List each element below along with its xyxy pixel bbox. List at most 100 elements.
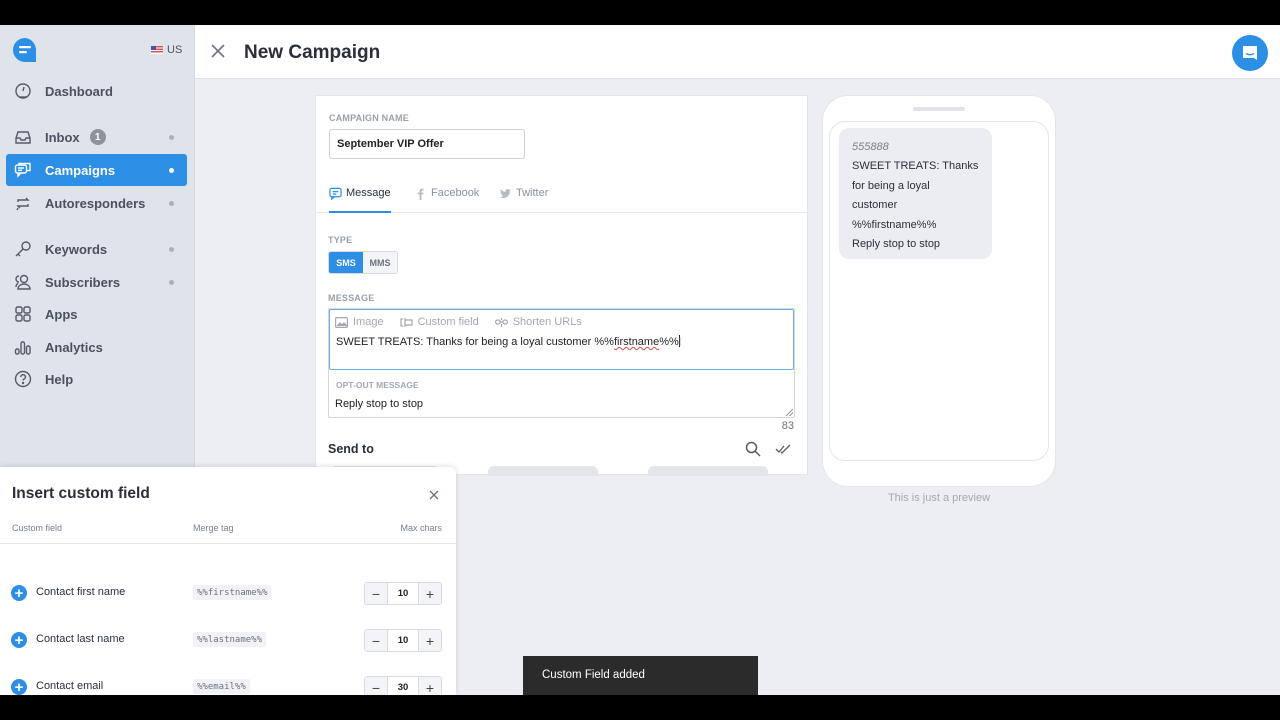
message-label: MESSAGE <box>328 293 375 303</box>
support-chat-button[interactable] <box>1232 35 1268 71</box>
close-icon[interactable] <box>428 488 440 500</box>
status-dot <box>169 168 174 173</box>
page-header: New Campaign <box>195 25 1280 79</box>
sidebar-item-label: Subscribers <box>45 274 121 290</box>
image-icon <box>335 316 348 328</box>
preview-sender: 555888 <box>852 141 889 153</box>
page-title: New Campaign <box>244 42 381 63</box>
sidebar-item-label: Campaigns <box>45 162 116 178</box>
sidebar-item-label: Help <box>45 371 74 387</box>
optout-label: OPT-OUT MESSAGE <box>336 380 419 390</box>
status-dot <box>169 247 174 252</box>
decrement-button[interactable]: − <box>365 583 387 604</box>
max-chars-value[interactable]: 10 <box>387 583 419 604</box>
list-chip[interactable] <box>648 466 768 476</box>
add-field-plus-icon[interactable]: + <box>11 679 27 695</box>
locale-selector[interactable]: US <box>151 44 182 56</box>
tab-facebook[interactable]: Facebook <box>414 186 479 213</box>
insert-custom-field-button[interactable]: Custom field <box>399 316 479 328</box>
max-chars-value[interactable]: 30 <box>387 677 419 695</box>
increment-button[interactable]: + <box>419 583 441 604</box>
increment-button[interactable]: + <box>419 630 441 651</box>
sidebar-item-inbox[interactable]: Inbox 1 <box>6 121 187 153</box>
column-header-max: Max chars <box>400 523 442 533</box>
type-sms-button[interactable]: SMS <box>329 252 363 273</box>
sidebar-item-label: Autoresponders <box>45 195 146 211</box>
field-name: Contact last name <box>36 633 125 645</box>
users-icon <box>13 272 33 292</box>
grid-icon <box>13 304 33 324</box>
max-chars-stepper: − 30 + <box>364 676 442 695</box>
tab-message[interactable]: Message <box>329 186 391 213</box>
campaign-name-label: CAMPAIGN NAME <box>329 113 409 123</box>
status-dot <box>169 280 174 285</box>
sidebar-item-autoresponders[interactable]: Autoresponders <box>6 187 187 219</box>
sidebar-item-label: Keywords <box>45 241 108 257</box>
preview-message-bubble: 555888 SWEET TREATS: Thanks for being a … <box>839 128 992 259</box>
twitter-icon <box>499 189 512 198</box>
link-icon <box>494 317 508 327</box>
select-all-check-icon[interactable] <box>775 441 791 457</box>
custom-field-row: + Contact first name %%firstname%% − 10 … <box>0 578 456 608</box>
sidebar-item-apps[interactable]: Apps <box>6 298 187 330</box>
custom-field-icon <box>399 317 413 327</box>
decrement-button[interactable]: − <box>365 630 387 651</box>
inbox-unread-badge: 1 <box>89 129 106 145</box>
message-bubble-icon <box>329 187 342 200</box>
add-field-plus-icon[interactable]: + <box>11 585 27 601</box>
search-icon[interactable] <box>745 441 761 457</box>
sidebar-item-label: Analytics <box>45 339 103 355</box>
resize-handle-icon[interactable] <box>786 409 793 416</box>
character-count: 83 <box>781 420 794 432</box>
app-logo-icon[interactable] <box>12 37 38 63</box>
message-toolbar: Image Custom field Shorten URLs <box>335 316 582 328</box>
increment-button[interactable]: + <box>419 677 441 695</box>
type-mms-button[interactable]: MMS <box>363 252 397 273</box>
tab-label: Facebook <box>431 187 480 199</box>
sidebar-item-subscribers[interactable]: Subscribers <box>6 266 187 298</box>
sidebar-item-analytics[interactable]: Analytics <box>6 331 187 363</box>
column-header-field: Custom field <box>12 523 63 533</box>
decrement-button[interactable]: − <box>365 677 387 695</box>
phone-preview: 555888 SWEET TREATS: Thanks for being a … <box>822 95 1056 487</box>
divider <box>0 543 456 544</box>
message-editor: Image Custom field Shorten URLs SWEET TR… <box>328 308 795 418</box>
preview-note: This is just a preview <box>887 492 991 504</box>
panel-title: Insert custom field <box>12 485 150 502</box>
optout-message-input[interactable]: Reply stop to stop <box>335 398 423 410</box>
sidebar-item-help[interactable]: Help <box>6 363 187 395</box>
field-name: Contact first name <box>36 586 126 598</box>
chat-support-icon <box>1243 46 1257 60</box>
channel-tabs: Message Facebook Twitter <box>316 182 809 213</box>
field-name: Contact email <box>36 680 104 692</box>
insert-image-button[interactable]: Image <box>335 316 384 328</box>
text-cursor-icon: I <box>678 335 682 349</box>
bar-chart-icon <box>13 337 33 357</box>
sidebar-item-label: Inbox <box>45 129 80 145</box>
message-textarea[interactable]: Image Custom field Shorten URLs SWEET TR… <box>329 309 794 370</box>
sidebar-item-label: Dashboard <box>45 83 113 99</box>
shorten-urls-button[interactable]: Shorten URLs <box>494 316 582 328</box>
message-type-toggle: SMS MMS <box>328 251 398 274</box>
chat-bubbles-icon <box>13 160 33 180</box>
sidebar-item-dashboard[interactable]: Dashboard <box>6 75 187 107</box>
sidebar-item-campaigns[interactable]: Campaigns <box>6 154 187 186</box>
custom-field-row: + Contact email %%email%% − 30 + <box>0 672 456 695</box>
close-icon[interactable] <box>209 42 227 60</box>
preview-body: SWEET TREATS: Thanks for being a loyal c… <box>852 160 979 251</box>
dashboard-gauge-icon <box>13 81 33 101</box>
max-chars-value[interactable]: 10 <box>387 630 419 651</box>
loop-arrows-icon <box>13 193 33 213</box>
column-header-tag: Merge tag <box>193 523 234 533</box>
app-screen: US Dashboard Inbox 1 Campaigns Autorespo… <box>0 25 1280 695</box>
campaign-form-card: CAMPAIGN NAME Message Facebook Twitter T… <box>315 95 809 476</box>
tab-twitter[interactable]: Twitter <box>499 186 548 213</box>
toast-notification: Custom Field added <box>523 656 758 695</box>
status-dot <box>169 135 174 140</box>
list-chip[interactable] <box>488 466 598 476</box>
campaign-name-input[interactable] <box>329 129 525 159</box>
send-to-actions <box>745 441 791 457</box>
sidebar-item-keywords[interactable]: Keywords <box>6 233 187 265</box>
type-label: TYPE <box>328 235 353 245</box>
add-field-plus-icon[interactable]: + <box>11 632 27 648</box>
